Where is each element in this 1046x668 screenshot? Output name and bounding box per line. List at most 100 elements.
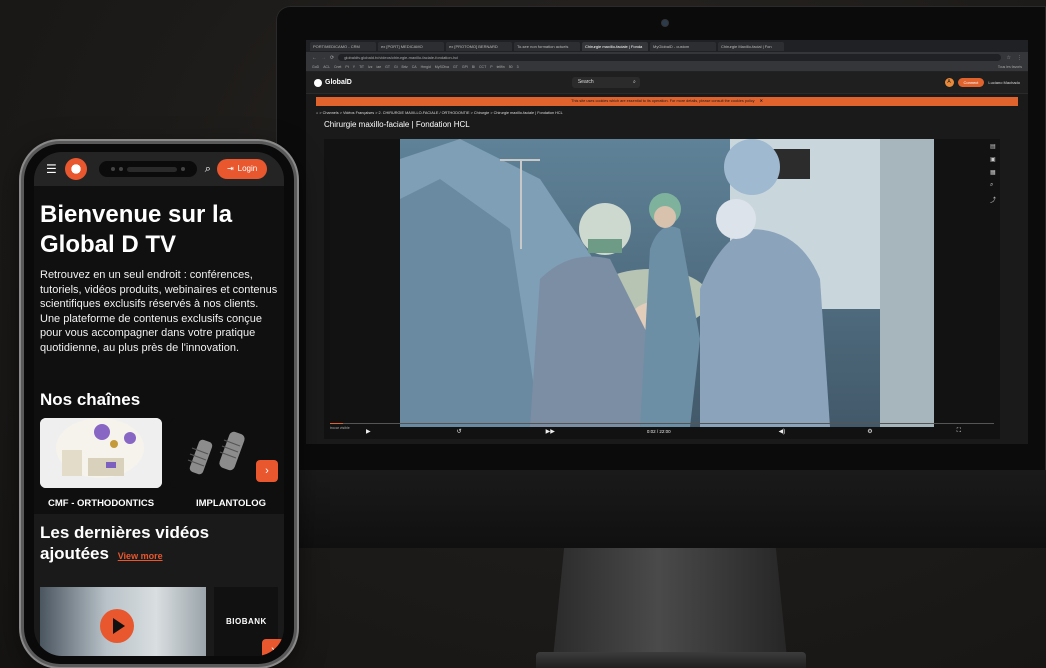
breadcrumb[interactable]: ⌂ > Channels > Vidéos Françaises > 2. CH…	[316, 111, 1018, 115]
phone-header: ☰ ⌕ ⇥ Login	[34, 152, 284, 186]
browser-urlbar: ← → ⟳ globaldtv.globald.tv/videos/chirur…	[306, 52, 1028, 63]
volume-icon[interactable]: ◀)	[779, 428, 786, 435]
bookmark-item[interactable]: 50	[509, 65, 513, 69]
site-logo-text: GlobalD	[325, 79, 352, 86]
site-search-input[interactable]: Search ⌕	[571, 77, 640, 88]
latest-videos-carousel: BIOBANK ›	[40, 587, 284, 656]
bookmark-item[interactable]: P	[490, 65, 492, 69]
menu-dots-icon[interactable]: ⋮	[1017, 55, 1022, 61]
user-name[interactable]: Luciano Machado	[988, 80, 1020, 85]
bookmark-item[interactable]: Hmgid	[421, 65, 431, 69]
bookmark-item[interactable]: GPI	[462, 65, 468, 69]
connect-button[interactable]: Connect	[957, 78, 985, 87]
forward-skip-icon[interactable]: ▶▶	[546, 428, 555, 435]
bookmark-item[interactable]: CA	[412, 65, 417, 69]
play-icon[interactable]: ▶	[366, 428, 371, 435]
chevron-right-icon[interactable]: ›	[256, 460, 278, 482]
view-more-link[interactable]: View more	[118, 551, 163, 561]
bookmark-item[interactable]: Cnet	[334, 65, 341, 69]
search-icon[interactable]: ⌕	[633, 77, 636, 88]
bookmark-item[interactable]: Bi	[472, 65, 475, 69]
settings-gear-icon[interactable]: ⚙	[867, 428, 872, 435]
time-readout: 0:02 / 22:00	[646, 428, 671, 434]
bookmark-item[interactable]: MySOlva	[435, 65, 449, 69]
bookmark-item[interactable]: tellfin	[497, 65, 505, 69]
bookmark-item[interactable]: CCT	[479, 65, 486, 69]
bookmark-item[interactable]: Izz	[368, 65, 372, 69]
cookie-text: This site uses cookies which are essenti…	[571, 99, 755, 103]
back-icon[interactable]: ←	[312, 55, 317, 61]
close-icon[interactable]: ✕	[760, 99, 763, 103]
desktop-screen: PORT/MEDICAMO - CRM ex [PORT] MEDICAMO ex …	[306, 40, 1028, 444]
playlist-icon[interactable]: ▣	[990, 156, 996, 163]
browser-tab[interactable]: PORT/MEDICAMO - CRM	[310, 41, 376, 51]
chevron-right-icon-2[interactable]: ›	[262, 639, 284, 656]
document-icon[interactable]: ▦	[990, 169, 996, 176]
apple-logo-icon	[652, 494, 682, 528]
browser-tab[interactable]: ex [PROTOMO] BERNARD	[446, 41, 512, 51]
video-title: Chirurgie maxillo-faciale | Fondation HC…	[324, 120, 470, 129]
phone-notch	[98, 161, 197, 177]
bookmarks-bar: GoD ACL Cnet Pt Y TiT Izz iae GT Gi Brtz CA Hmgid MyS…	[306, 63, 1028, 72]
site-logo[interactable]: GlobalD	[314, 78, 352, 87]
video-card-1[interactable]	[40, 587, 206, 656]
share-icon[interactable]: ⤴	[990, 195, 996, 204]
camera-icon	[662, 20, 668, 26]
channel-card-cmf[interactable]	[40, 418, 162, 488]
bookmark-item[interactable]: GT	[385, 65, 390, 69]
bookmark-item[interactable]: 3	[517, 65, 519, 69]
video-frame-surgery[interactable]	[400, 139, 934, 427]
browser-tab[interactable]: MyGlobalD - custom	[650, 41, 716, 51]
fullscreen-icon[interactable]: ⛶	[957, 428, 961, 435]
bookmark-item[interactable]: ACL	[323, 65, 330, 69]
hero-section: Bienvenue sur la Global D TV Retrouvez e…	[34, 186, 284, 380]
bookmark-item[interactable]: GT	[453, 65, 458, 69]
bookmark-item[interactable]: Gi	[394, 65, 398, 69]
video-player[interactable]: ▤ ▣ ▦ ⌕ ⤴ trocar visible ▶ ↺ ▶▶ 0:02 / 2…	[324, 139, 1000, 439]
globald-logo-icon[interactable]	[64, 158, 87, 180]
channel-label-implantology[interactable]: IMPLANTOLOG	[196, 498, 266, 509]
bookmark-item[interactable]: TiT	[359, 65, 364, 69]
bookmark-item[interactable]: Brtz	[402, 65, 408, 69]
play-button-icon[interactable]	[100, 609, 134, 643]
bookmark-item[interactable]: Y	[353, 65, 355, 69]
warning-badge-icon[interactable]: A	[944, 78, 954, 87]
channels-carousel: CMF - ORTHODONTICS IMPLANTOLOG ›	[34, 418, 284, 514]
address-field[interactable]: globaldtv.globald.tv/videos/chirurgie-ma…	[338, 54, 1001, 61]
player-side-tools: ▤ ▣ ▦ ⌕ ⤴	[990, 143, 996, 204]
bookmark-item[interactable]: iae	[377, 65, 382, 69]
player-controls: ▶ ↺ ▶▶ 0:02 / 22:00 ◀) ⚙ ⛶	[324, 423, 1000, 439]
site-header: GlobalD Search ⌕ A Connect Luciano Macha…	[306, 72, 1028, 94]
menu-hamburger-icon[interactable]: ☰	[46, 162, 57, 176]
rewind-icon[interactable]: ↺	[457, 428, 462, 435]
skull-image	[40, 418, 162, 488]
bookmark-item[interactable]: Pt	[345, 65, 348, 69]
star-icon[interactable]: ☆	[1007, 55, 1011, 61]
browser-tab[interactable]: ex [PORT] MEDICAMO	[378, 41, 444, 51]
search-icon[interactable]: ⌕	[205, 163, 211, 176]
channel-label-cmf[interactable]: CMF - ORTHODONTICS	[48, 498, 154, 509]
browser-tab[interactable]: Chirurgie maxillo-faciale | Fonda	[582, 41, 648, 51]
bookmark-item[interactable]: GoD	[312, 65, 319, 69]
comment-icon[interactable]: ▤	[990, 143, 996, 150]
all-bookmarks[interactable]: Tous les favoris	[998, 65, 1022, 69]
hero-text: Retrouvez en un seul endroit : conférenc…	[40, 269, 278, 354]
login-label: Login	[237, 164, 258, 173]
phone-device: ☰ ⌕ ⇥ Login Bienvenue sur la Global D TV…	[24, 144, 294, 664]
globald-logo-icon	[314, 78, 322, 87]
imac-base	[536, 652, 806, 668]
channels-title: Nos chaînes	[40, 390, 141, 409]
browser-tab[interactable]: Chirurgie Maxillo-facial | Fon	[718, 41, 784, 51]
login-icon: ⇥	[226, 164, 234, 173]
forward-icon[interactable]: →	[321, 55, 326, 61]
reload-icon[interactable]: ⟳	[330, 55, 334, 61]
search-placeholder: Search	[577, 79, 594, 85]
latest-videos-section: Les dernières vidéos ajoutées View more …	[34, 514, 284, 656]
zoom-icon[interactable]: ⌕	[990, 182, 996, 189]
phone-screen: ☰ ⌕ ⇥ Login Bienvenue sur la Global D TV…	[34, 152, 284, 656]
hero-title: Bienvenue sur la Global D TV	[40, 201, 233, 258]
video2-title: BIOBANK	[226, 617, 267, 626]
browser-tab[interactable]: To-see non formation actuels	[514, 41, 580, 51]
imac-stand	[552, 528, 788, 668]
login-button[interactable]: ⇥ Login	[216, 159, 268, 179]
